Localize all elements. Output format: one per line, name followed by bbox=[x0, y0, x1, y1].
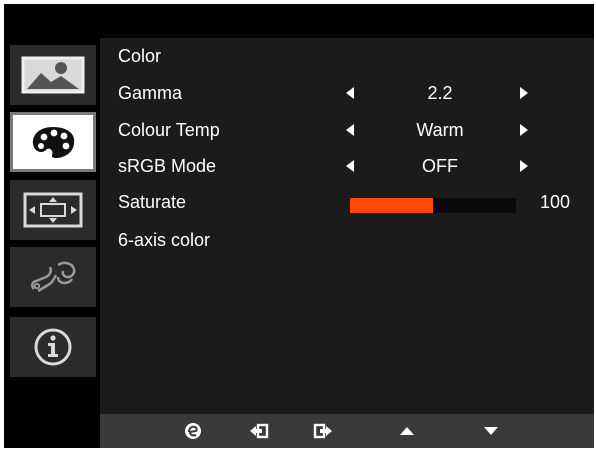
tab-color[interactable] bbox=[10, 112, 96, 172]
auto-adjust-icon bbox=[185, 423, 201, 439]
bottom-button-bar bbox=[100, 414, 594, 448]
saturate-slider[interactable] bbox=[350, 198, 516, 213]
menu-section-title: Color bbox=[118, 46, 162, 66]
tab-picture[interactable] bbox=[10, 45, 96, 105]
colour-temp-label: Colour Temp bbox=[118, 120, 220, 140]
settings-wrench-icon bbox=[31, 261, 76, 293]
srgb-mode-value: OFF bbox=[422, 156, 458, 176]
screen-position-icon bbox=[23, 192, 83, 228]
colour-temp-increase-arrow-icon[interactable] bbox=[520, 124, 528, 136]
srgb-mode-label: sRGB Mode bbox=[118, 156, 217, 176]
saturate-slider-fill bbox=[350, 198, 433, 213]
saturate-row[interactable]: Saturate 100 bbox=[100, 188, 594, 218]
info-icon bbox=[34, 328, 72, 366]
color-palette-icon bbox=[32, 127, 75, 159]
picture-icon bbox=[21, 56, 85, 94]
saturate-value: 100 bbox=[540, 192, 571, 212]
six-axis-color-row[interactable]: 6-axis color bbox=[100, 226, 594, 256]
six-axis-color-label: 6-axis color bbox=[118, 230, 211, 250]
up-arrow-icon bbox=[400, 427, 414, 435]
enter-icon bbox=[250, 423, 269, 439]
enter-button[interactable] bbox=[246, 421, 272, 441]
srgb-mode-row[interactable]: sRGB Mode OFF bbox=[100, 152, 594, 182]
gamma-row[interactable]: Gamma 2.2 bbox=[100, 79, 594, 109]
menu-title-row: Color bbox=[100, 42, 594, 72]
srgb-mode-increase-arrow-icon[interactable] bbox=[520, 160, 528, 172]
gamma-value: 2.2 bbox=[427, 83, 453, 103]
gamma-increase-arrow-icon[interactable] bbox=[520, 87, 528, 99]
sidebar bbox=[4, 38, 100, 414]
top-bar bbox=[4, 4, 594, 38]
osd-menu: Color Gamma 2.2 Colour Temp Warm sRGB Mo… bbox=[4, 4, 594, 448]
exit-icon bbox=[313, 423, 332, 439]
gamma-decrease-arrow-icon[interactable] bbox=[346, 87, 354, 99]
srgb-mode-decrease-arrow-icon[interactable] bbox=[346, 160, 354, 172]
down-arrow-icon bbox=[484, 427, 498, 435]
up-button[interactable] bbox=[394, 421, 420, 441]
tab-screen-position[interactable] bbox=[10, 180, 96, 240]
gamma-label: Gamma bbox=[118, 83, 183, 103]
down-button[interactable] bbox=[478, 421, 504, 441]
colour-temp-decrease-arrow-icon[interactable] bbox=[346, 124, 354, 136]
exit-button[interactable] bbox=[310, 421, 336, 441]
colour-temp-row[interactable]: Colour Temp Warm bbox=[100, 116, 594, 146]
saturate-label: Saturate bbox=[118, 192, 187, 212]
colour-temp-value: Warm bbox=[416, 120, 464, 140]
tab-settings[interactable] bbox=[10, 247, 96, 307]
tab-information[interactable] bbox=[10, 317, 96, 377]
color-settings-panel: Color Gamma 2.2 Colour Temp Warm sRGB Mo… bbox=[100, 38, 594, 414]
auto-adjust-button[interactable] bbox=[180, 421, 206, 441]
